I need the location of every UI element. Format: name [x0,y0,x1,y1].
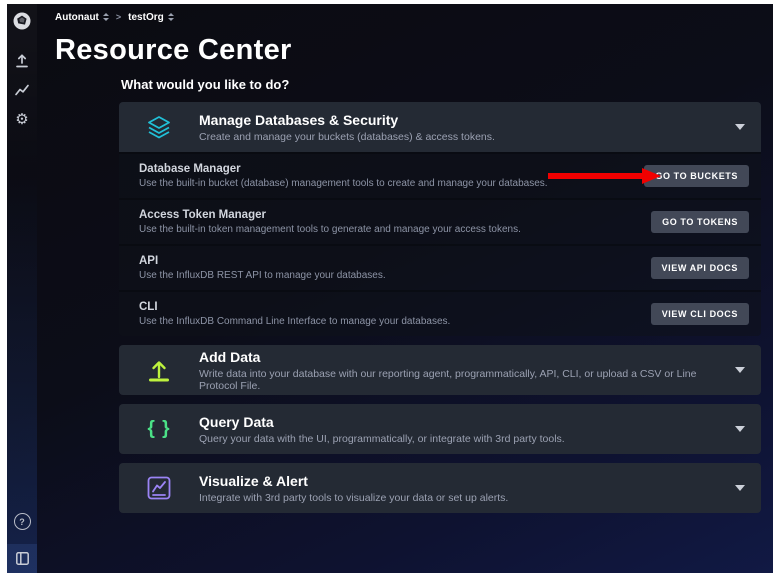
view-cli-docs-button[interactable]: VIEW CLI DOCS [651,303,749,325]
view-api-docs-button[interactable]: VIEW API DOCS [651,257,749,279]
panel-header-add-data[interactable]: Add Data Write data into your database w… [119,345,761,395]
row-title: API [139,255,386,267]
breadcrumb-org: Autonaut [55,12,99,23]
panel-header-query-data[interactable]: { } Query Data Query your data with the … [119,404,761,454]
sidebar-nav: ⚙ [13,52,31,128]
panel-title: Manage Databases & Security [199,112,719,128]
chevron-down-icon[interactable] [735,426,745,432]
help-glyph: ? [19,517,25,527]
panel-visualize-alert: Visualize & Alert Integrate with 3rd par… [119,463,761,513]
sidebar: ⚙ ? [7,4,37,573]
panel-title-block: Query Data Query your data with the UI, … [199,414,719,445]
panel-title: Query Data [199,414,719,430]
row-access-token-manager: Access Token Manager Use the built-in to… [119,198,761,244]
page-title: Resource Center [55,34,773,67]
panel-title-block: Visualize & Alert Integrate with 3rd par… [199,473,719,504]
org-switcher[interactable]: Autonaut [55,12,109,23]
row-cli: CLI Use the InfluxDB Command Line Interf… [119,290,761,336]
main-area: Autonaut > testOrg Resource Center What … [37,4,773,573]
panel-manage-databases: Manage Databases & Security Create and m… [119,102,761,336]
switcher-caret-icon [168,13,174,21]
help-icon[interactable]: ? [14,513,31,530]
panel-title: Add Data [199,349,719,365]
row-api: API Use the InfluxDB REST API to manage … [119,244,761,290]
row-text: Database Manager Use the built-in bucket… [139,163,548,189]
row-description: Use the built-in token management tools … [139,224,521,235]
breadcrumb: Autonaut > testOrg [37,4,773,30]
panel-description: Query your data with the UI, programmati… [199,433,719,445]
line-chart-icon [119,475,199,501]
panel-body-manage-databases: Database Manager Use the built-in bucket… [119,152,761,336]
chevron-down-icon[interactable] [735,485,745,491]
upload-icon [119,357,199,383]
line-chart-icon[interactable] [13,81,31,99]
switcher-caret-icon [103,13,109,21]
row-text: API Use the InfluxDB REST API to manage … [139,255,386,281]
page-prompt: What would you like to do? [121,77,761,92]
row-title: CLI [139,301,450,313]
panel-description: Write data into your database with our r… [199,368,719,392]
chevron-down-icon[interactable] [735,367,745,373]
row-text: CLI Use the InfluxDB Command Line Interf… [139,301,450,327]
row-description: Use the InfluxDB Command Line Interface … [139,316,450,327]
project-switcher[interactable]: testOrg [128,12,174,23]
panel-header-manage-databases[interactable]: Manage Databases & Security Create and m… [119,102,761,152]
panel-header-visualize-alert[interactable]: Visualize & Alert Integrate with 3rd par… [119,463,761,513]
row-title: Database Manager [139,163,548,175]
go-to-buckets-button[interactable]: GO TO BUCKETS [644,165,749,187]
layers-icon [119,113,199,141]
go-to-tokens-button[interactable]: GO TO TOKENS [651,211,749,233]
panel-title: Visualize & Alert [199,473,719,489]
book-icon[interactable] [7,544,37,573]
resource-center-content: What would you like to do? Manage Da [119,77,761,522]
panel-query-data: { } Query Data Query your data with the … [119,404,761,454]
panel-title-block: Manage Databases & Security Create and m… [199,112,719,143]
row-database-manager: Database Manager Use the built-in bucket… [119,152,761,198]
window: ⚙ ? Autonaut [0,0,783,581]
breadcrumb-separator: > [116,12,121,22]
chevron-down-icon[interactable] [735,124,745,130]
panel-add-data: Add Data Write data into your database w… [119,345,761,395]
sidebar-bottom: ? [7,513,37,573]
row-text: Access Token Manager Use the built-in to… [139,209,521,235]
row-description: Use the built-in bucket (database) manag… [139,178,548,189]
breadcrumb-project: testOrg [128,12,164,23]
row-title: Access Token Manager [139,209,521,221]
upload-icon[interactable] [13,52,31,70]
curly-braces-icon: { } [119,418,199,440]
panel-title-block: Add Data Write data into your database w… [199,349,719,392]
braces-glyph: { } [147,418,170,440]
app-background: ⚙ ? Autonaut [7,4,773,573]
row-description: Use the InfluxDB REST API to manage your… [139,270,386,281]
panel-description: Create and manage your buckets (database… [199,131,719,143]
panel-description: Integrate with 3rd party tools to visual… [199,492,719,504]
gear-icon[interactable]: ⚙ [13,110,31,128]
influxdb-logo-icon[interactable] [13,12,31,30]
